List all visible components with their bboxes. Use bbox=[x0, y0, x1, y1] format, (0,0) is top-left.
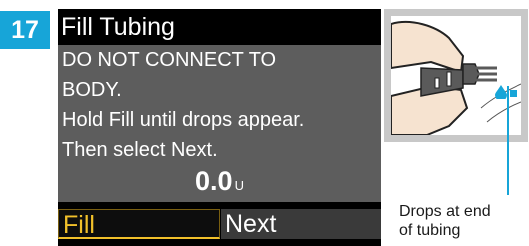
callout-line-1: Drops at end bbox=[399, 203, 491, 220]
instruction-line-1: DO NOT CONNECT TO bbox=[62, 49, 277, 71]
screen-title: Fill Tubing bbox=[58, 9, 381, 45]
callout-pointer bbox=[507, 86, 509, 195]
pump-screen: Fill Tubing DO NOT CONNECT TO BODY. Hold… bbox=[58, 9, 381, 246]
callout-marker bbox=[510, 90, 517, 97]
fill-amount-value: 0.0 bbox=[195, 166, 233, 196]
callout-caption: Drops at end of tubing bbox=[399, 202, 529, 240]
drop-icon bbox=[495, 85, 507, 99]
instruction-line-2: BODY. bbox=[62, 79, 122, 101]
step-number-badge: 17 bbox=[0, 11, 50, 49]
tubing-connector-illustration bbox=[391, 20, 521, 135]
fill-amount: 0.0 U bbox=[58, 166, 381, 197]
fill-softkey[interactable]: Fill bbox=[58, 209, 220, 239]
fill-amount-unit: U bbox=[234, 178, 244, 193]
instruction-line-4: Then select Next. bbox=[62, 139, 218, 161]
callout-line-2: of tubing bbox=[399, 222, 461, 239]
instruction-line-3: Hold Fill until drops appear. bbox=[62, 109, 305, 131]
next-softkey[interactable]: Next bbox=[221, 209, 381, 239]
softkey-bar: Fill Next bbox=[58, 202, 381, 246]
